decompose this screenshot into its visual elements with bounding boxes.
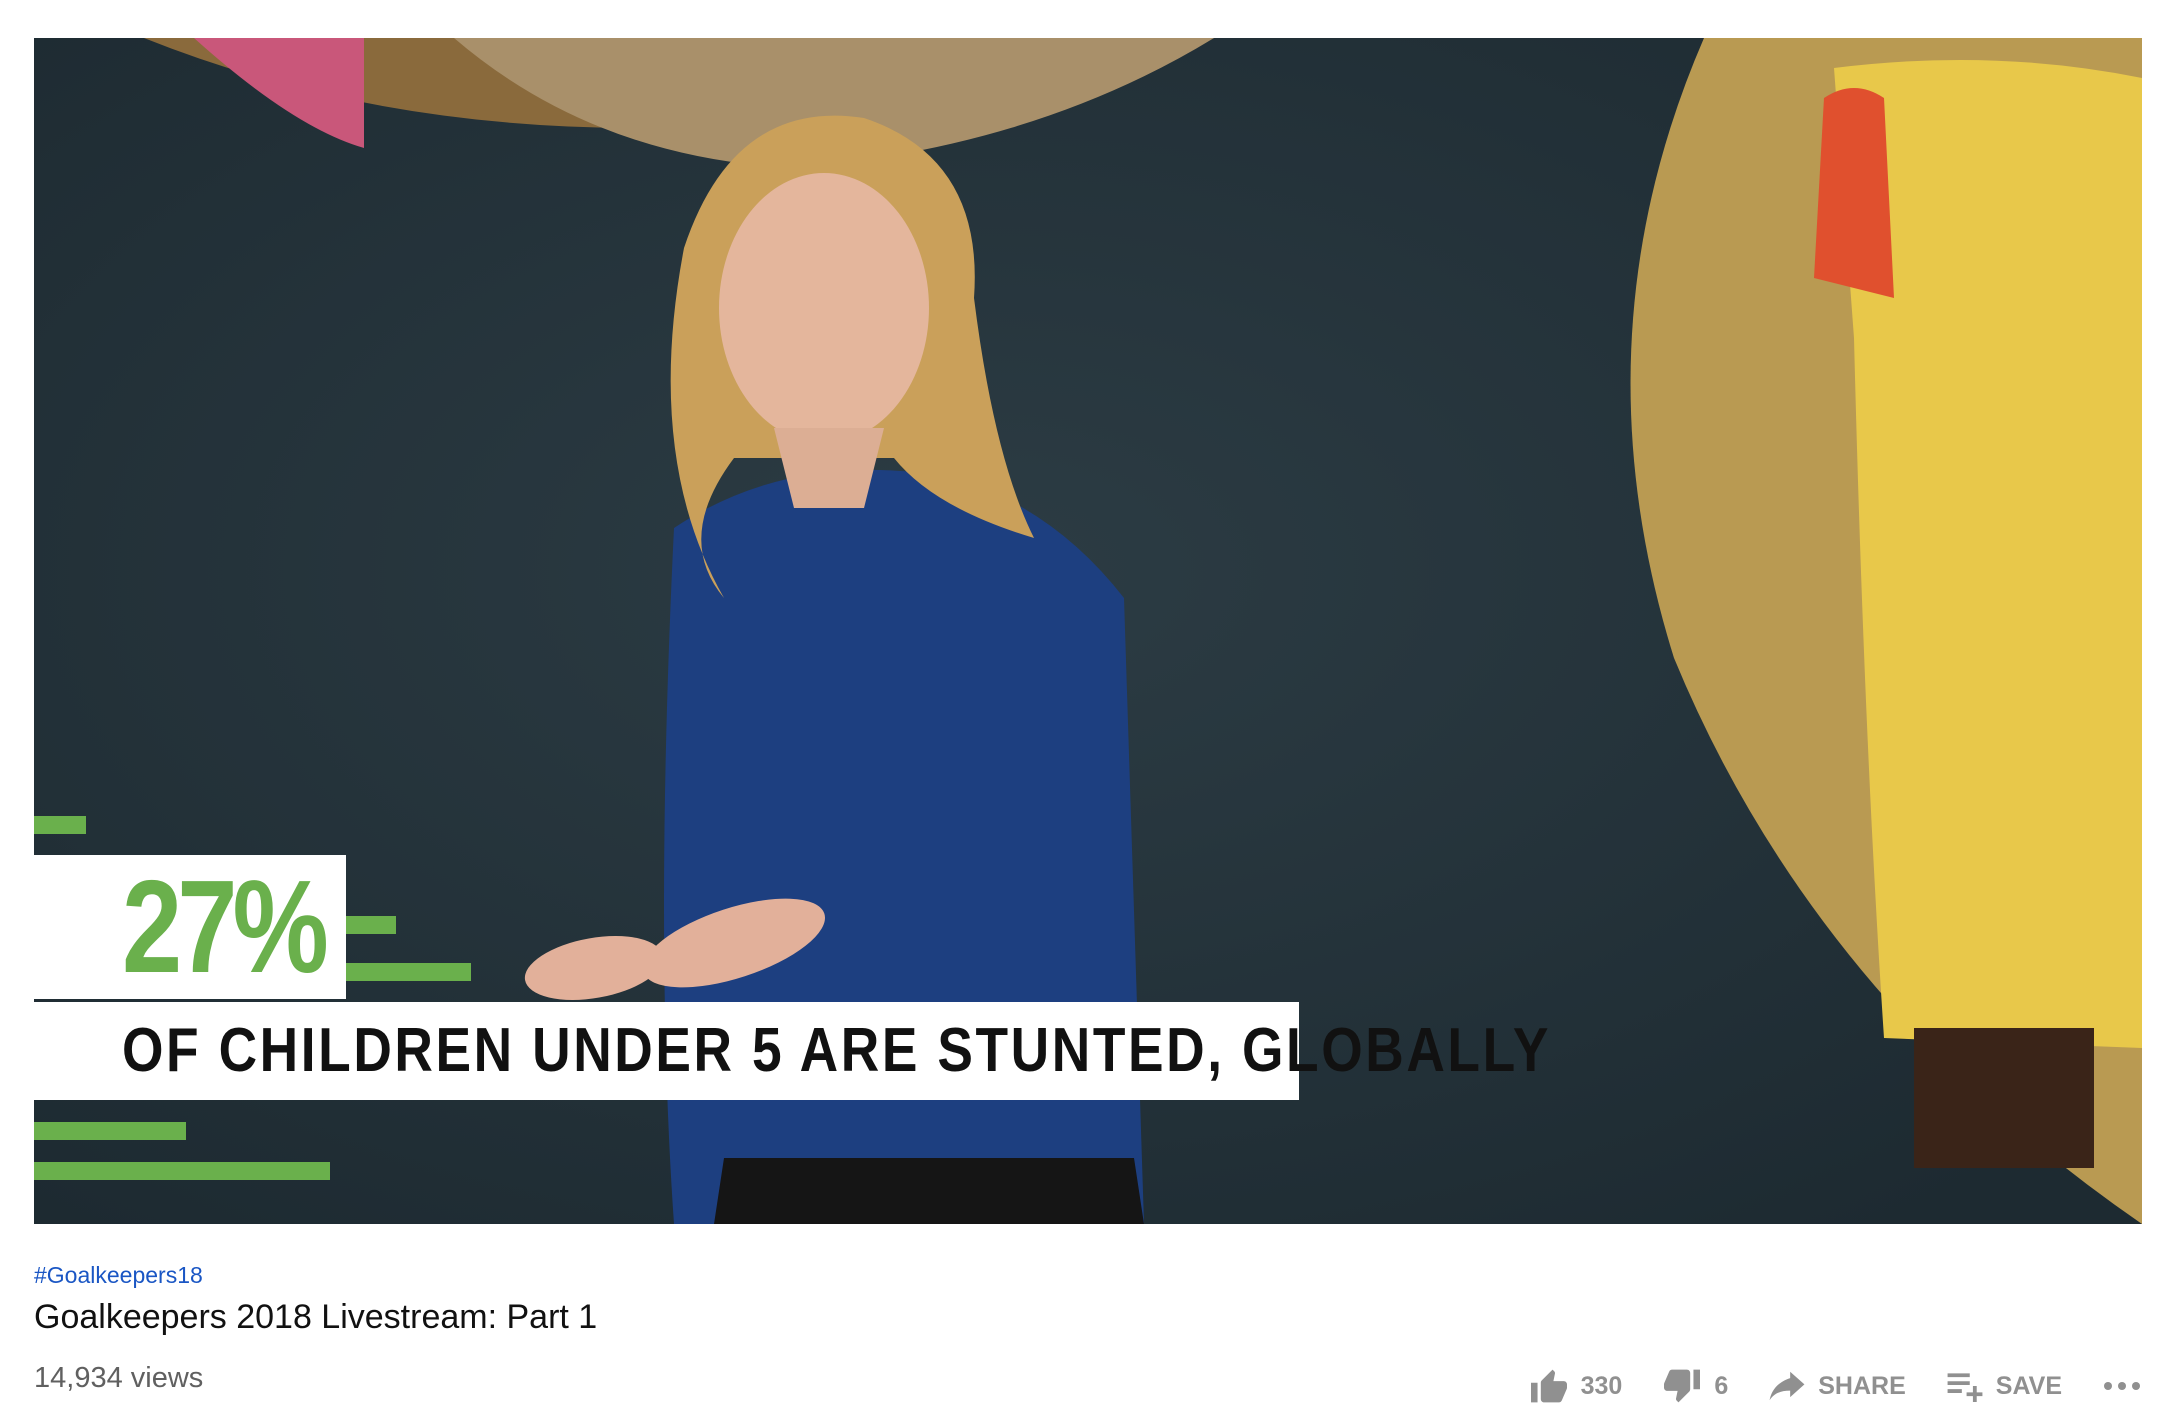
more-horizontal-icon [2104,1382,2140,1390]
thumb-down-icon [1664,1369,1701,1403]
playlist-add-icon [1947,1373,1983,1402]
stat-overlay-value: 27% [122,853,329,1000]
like-button[interactable]: 330 [1529,1368,1623,1404]
video-actions: 330 6 SHARE SAVE [1489,1364,2142,1408]
decor-bar [34,1162,330,1180]
share-arrow-icon [1769,1371,1805,1401]
more-actions-button[interactable] [2102,1380,2142,1392]
save-button[interactable]: SAVE [1946,1370,2062,1402]
decor-bar [346,916,396,934]
hashtag-link[interactable]: #Goalkeepers18 [34,1262,203,1289]
share-label: SHARE [1818,1371,1906,1400]
thumb-up-icon [1530,1369,1567,1403]
share-button[interactable]: SHARE [1768,1370,1906,1402]
decor-bar [34,1122,186,1140]
decor-bar [346,963,471,981]
video-title: Goalkeepers 2018 Livestream: Part 1 [34,1298,598,1336]
stat-overlay-caption: OF CHILDREN UNDER 5 ARE STUNTED, GLOBALL… [122,1016,1551,1085]
like-count: 330 [1580,1371,1623,1400]
decor-bar [34,816,86,834]
view-count: 14,934 views [34,1362,204,1394]
video-player[interactable]: 27% OF CHILDREN UNDER 5 ARE STUNTED, GLO… [34,38,2142,1224]
dislike-button[interactable]: 6 [1662,1368,1728,1404]
save-label: SAVE [1995,1371,2062,1400]
dislike-count: 6 [1714,1371,1729,1400]
